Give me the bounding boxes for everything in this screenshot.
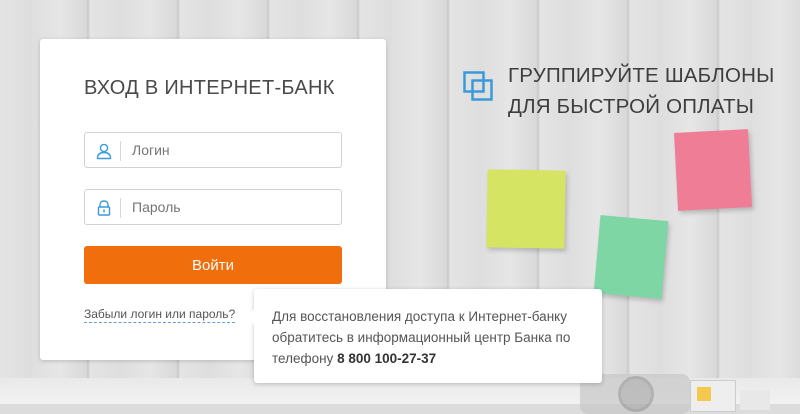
sticky-note-pink	[674, 129, 752, 211]
sticky-note-yellow	[486, 169, 566, 249]
password-field[interactable]	[84, 189, 342, 225]
field-separator	[120, 198, 121, 218]
tooltip-phone: 8 800 100-27-37	[337, 351, 437, 366]
copy-icon	[463, 71, 493, 101]
promo-heading: ГРУППИРУЙТЕ ШАБЛОНЫ ДЛЯ БЫСТРОЙ ОПЛАТЫ	[508, 60, 775, 122]
forgot-password-link[interactable]: Забыли логин или пароль?	[84, 307, 236, 323]
sticky-note-green	[593, 215, 669, 299]
login-field[interactable]	[84, 132, 342, 168]
password-input[interactable]	[132, 190, 332, 224]
field-separator	[120, 141, 121, 161]
user-icon	[96, 143, 112, 160]
login-button[interactable]: Войти	[84, 246, 342, 284]
decoration-edge	[740, 390, 770, 410]
promo-line-2: ДЛЯ БЫСТРОЙ ОПЛАТЫ	[508, 95, 755, 118]
login-title: ВХОД В ИНТЕРНЕТ-БАНК	[84, 77, 335, 99]
recovery-tooltip: Для восстановления доступа к Интернет-ба…	[246, 289, 602, 383]
promo-line-1: ГРУППИРУЙТЕ ШАБЛОНЫ	[508, 64, 775, 87]
tape-decoration	[690, 380, 736, 412]
lock-icon	[97, 200, 111, 216]
login-input[interactable]	[132, 133, 332, 167]
camera-lens	[618, 376, 654, 412]
